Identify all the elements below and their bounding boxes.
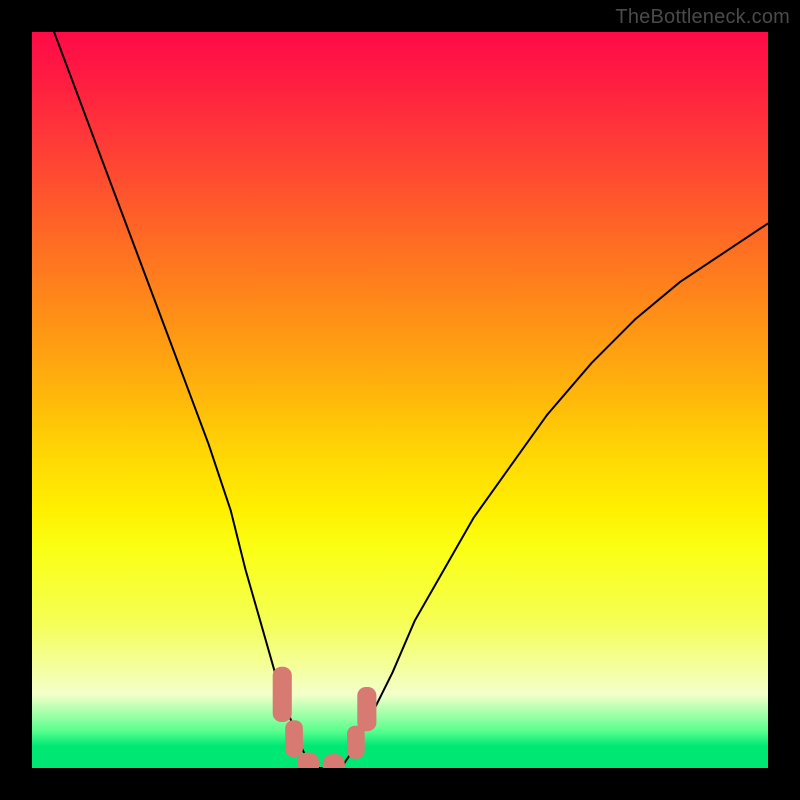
bottleneck-curve (54, 32, 768, 768)
floor-marker-2 (323, 754, 345, 768)
marker-group (273, 667, 377, 768)
left-marker-lower (285, 720, 303, 757)
left-marker-upper (273, 667, 292, 722)
watermark-text: TheBottleneck.com (615, 6, 790, 29)
right-marker-lower (347, 726, 365, 759)
chart-frame: TheBottleneck.com (0, 0, 800, 800)
curve-layer (32, 32, 768, 768)
right-marker-upper (357, 687, 376, 731)
